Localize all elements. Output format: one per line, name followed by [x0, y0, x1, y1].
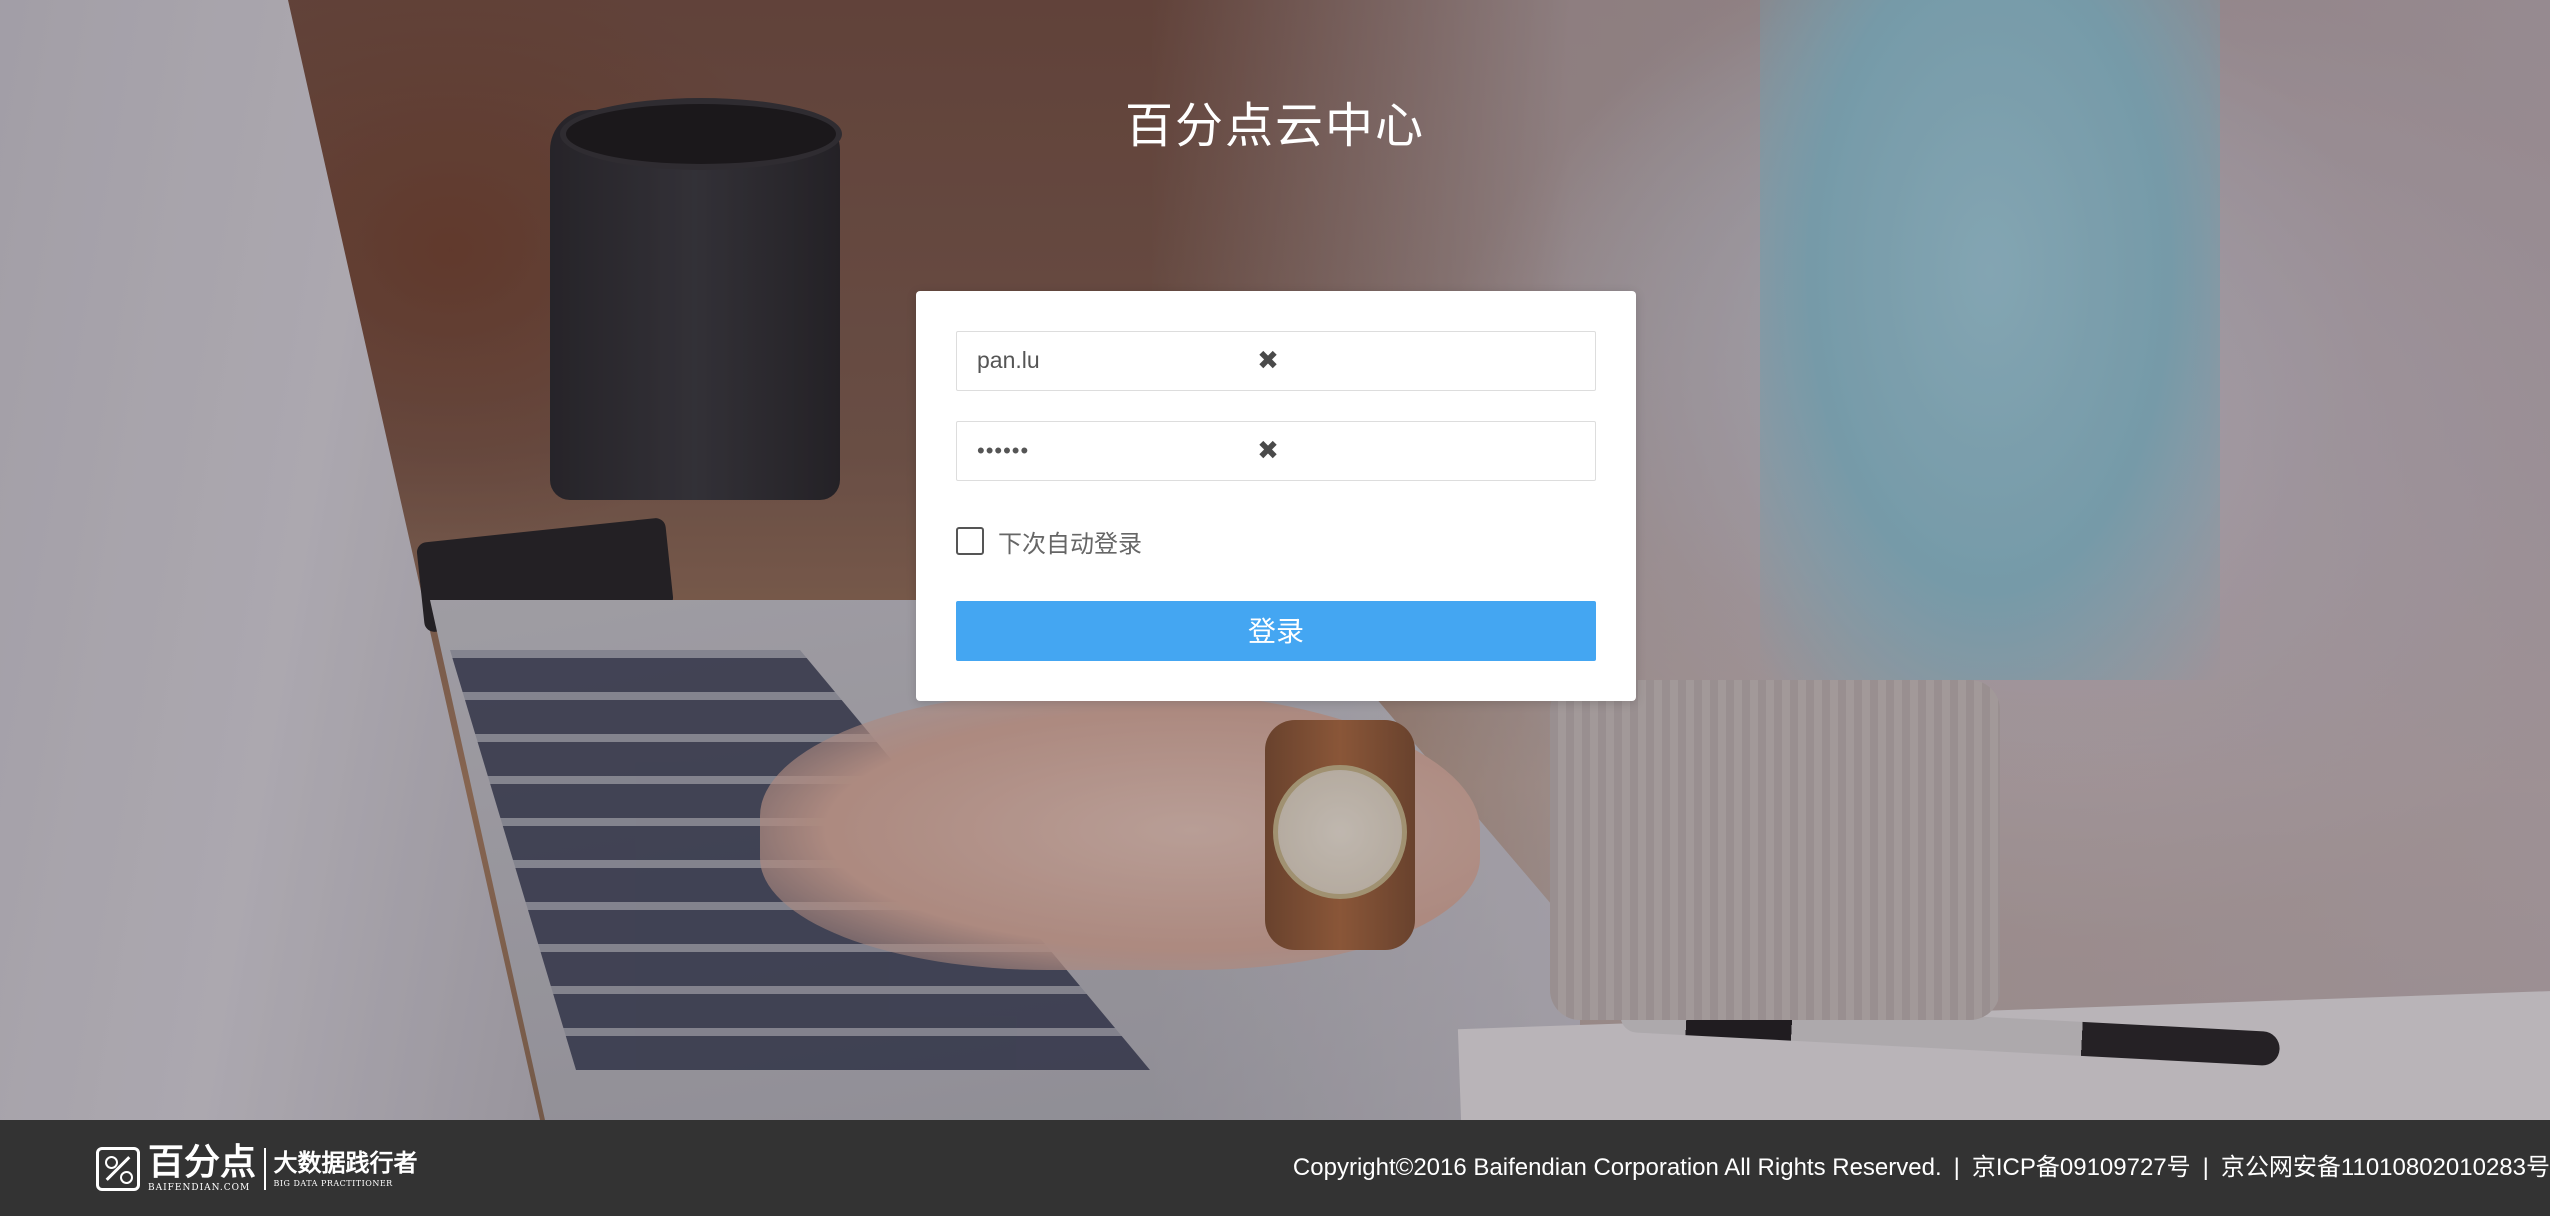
- icp-record-text: 京ICP备09109727号: [1971, 1154, 2191, 1181]
- footer-separator: |: [2202, 1154, 2209, 1181]
- login-button[interactable]: 登录: [956, 601, 1596, 661]
- logo-divider: [264, 1148, 266, 1190]
- clear-password-icon[interactable]: ✖: [1253, 436, 1283, 466]
- footer-copyright-line: Copyright©2016 Baifendian Corporation Al…: [1293, 1148, 2550, 1188]
- remember-me-label[interactable]: 下次自动登录: [998, 524, 1142, 559]
- username-input[interactable]: [977, 332, 1237, 389]
- username-field[interactable]: ✖: [956, 331, 1596, 391]
- remember-me-row[interactable]: 下次自动登录: [956, 523, 1142, 559]
- remember-me-checkbox[interactable]: [956, 527, 984, 555]
- page-title: 百分点云中心: [1124, 98, 1425, 154]
- password-input[interactable]: [977, 422, 1237, 479]
- copyright-text: Copyright©2016 Baifendian Corporation Al…: [1292, 1154, 1942, 1181]
- password-field[interactable]: ✖: [956, 421, 1596, 481]
- login-card: ✖ ✖ 下次自动登录 登录: [916, 291, 1636, 701]
- logo-brand-block: 百分点 BAIFENDIAN.COM: [148, 1144, 256, 1194]
- footer: 百分点 BAIFENDIAN.COM 大数据践行者 BIG DATA PRACT…: [0, 1120, 2550, 1216]
- company-logo: 百分点 BAIFENDIAN.COM 大数据践行者 BIG DATA PRACT…: [96, 1142, 418, 1196]
- clear-username-icon[interactable]: ✖: [1253, 346, 1283, 376]
- logo-brand-domain: BAIFENDIAN.COM: [148, 1183, 251, 1193]
- footer-separator: |: [1953, 1154, 1960, 1181]
- logo-slogan-block: 大数据践行者 BIG DATA PRACTITIONER: [274, 1148, 418, 1190]
- percent-logo-icon: [96, 1147, 140, 1191]
- logo-slogan: 大数据践行者: [273, 1148, 418, 1177]
- logo-slogan-en: BIG DATA PRACTITIONER: [273, 1179, 393, 1188]
- logo-brand-name: 百分点: [148, 1142, 257, 1183]
- police-record-text: 京公网安备11010802010283号: [2220, 1154, 2550, 1181]
